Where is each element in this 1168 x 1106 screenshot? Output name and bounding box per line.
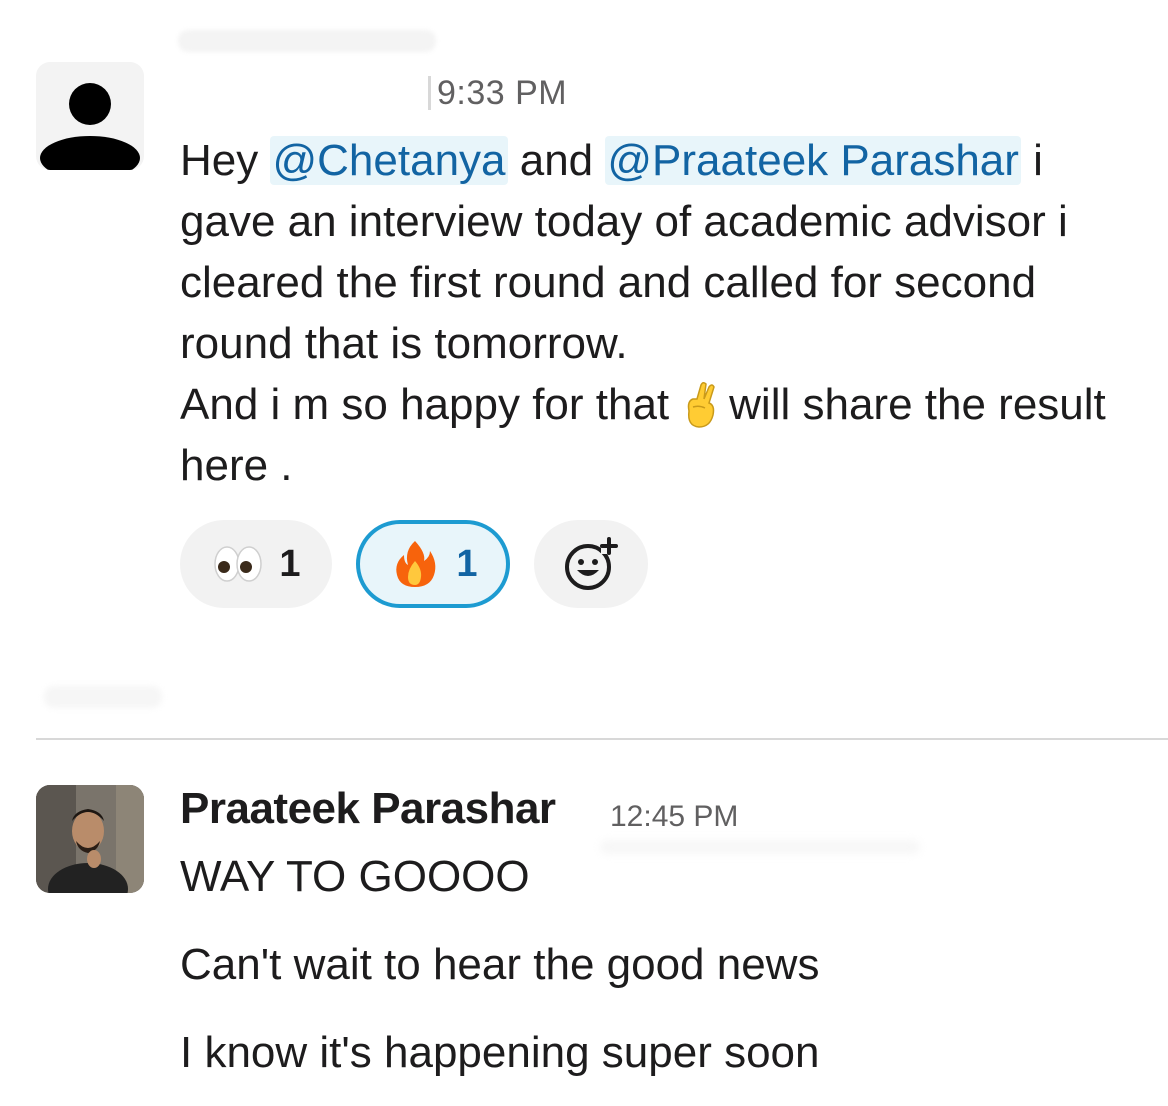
message-timestamp[interactable]: 12:45 PM [610, 800, 738, 834]
add-reaction-button[interactable] [534, 520, 648, 608]
reaction-eyes[interactable]: 1 [180, 520, 332, 608]
sender-name[interactable]: Praateek Parashar [180, 784, 556, 834]
redacted-text [600, 840, 920, 854]
mention-praateek-parashar[interactable]: @Praateek Parashar [605, 136, 1021, 185]
message-line: I know it's happening super soon [180, 1028, 820, 1077]
add-reaction-icon [561, 534, 621, 594]
message-timestamp[interactable]: 9:33 PM [428, 74, 567, 113]
message-divider [36, 738, 1168, 740]
reaction-fire[interactable]: 1 [356, 520, 510, 608]
eyes-emoji-icon [211, 537, 265, 591]
reaction-count: 1 [279, 542, 301, 585]
reaction-count: 1 [456, 542, 478, 585]
default-user-avatar-icon[interactable] [36, 62, 144, 170]
crossed-fingers-emoji-icon [679, 381, 723, 429]
message-line: WAY TO GOOOO [180, 852, 530, 901]
chat-thread: 9:33 PM Hey @Chetanya and @Praateek Para… [0, 0, 1168, 1106]
redacted-text [44, 686, 162, 708]
message-line: Can't wait to hear the good news [180, 940, 820, 989]
user-photo-avatar[interactable] [36, 785, 144, 893]
fire-emoji-icon [388, 537, 442, 591]
redacted-sender-name [178, 30, 436, 52]
redaction-mark [428, 76, 431, 110]
mention-chetanya[interactable]: @Chetanya [270, 136, 508, 185]
message-body: Hey @Chetanya and @Praateek Parashar i g… [180, 136, 1106, 490]
